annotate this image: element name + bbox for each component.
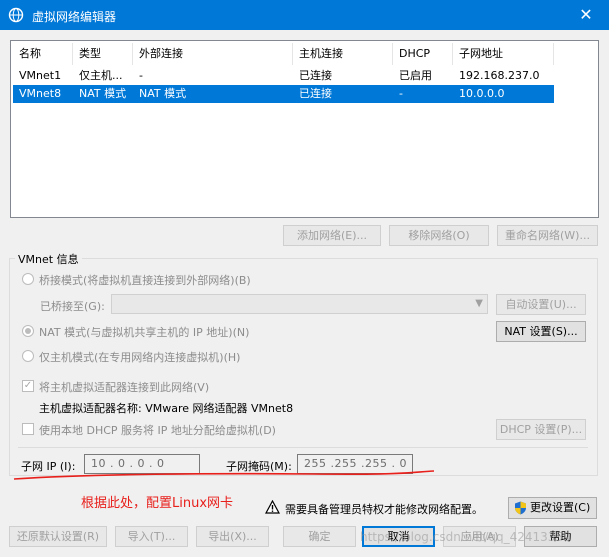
column-header-host[interactable]: 主机连接 xyxy=(293,43,393,65)
vmnet-info-label: VMnet 信息 xyxy=(15,251,82,267)
change-settings-label: 更改设置(C) xyxy=(530,501,591,514)
cell-name: VMnet1 xyxy=(19,69,62,82)
cell-subnet: 192.168.237.0 xyxy=(459,69,540,82)
network-list[interactable]: 名称 类型 外部连接 主机连接 DHCP 子网地址 VMnet1 仅主机... … xyxy=(10,40,599,218)
watermark-text: https://blog.csdn.net/qq_42413359 xyxy=(360,530,571,544)
bridged-to-label: 已桥接至(G): xyxy=(40,300,105,313)
change-settings-button[interactable]: 更改设置(C) xyxy=(508,497,597,519)
export-button[interactable]: 导出(X)... xyxy=(196,526,269,547)
bridge-mode-radio[interactable] xyxy=(22,273,34,285)
uac-shield-icon xyxy=(515,501,526,515)
cell-external: NAT 模式 xyxy=(139,87,187,100)
table-row-selected[interactable]: VMnet8 NAT 模式 NAT 模式 已连接 - 10.0.0.0 xyxy=(13,85,554,103)
ok-button[interactable]: 确定 xyxy=(283,526,356,547)
nat-settings-button[interactable]: NAT 设置(S)... xyxy=(496,321,586,342)
column-header-external[interactable]: 外部连接 xyxy=(133,43,293,65)
divider xyxy=(18,447,588,448)
warning-icon xyxy=(265,500,280,514)
connect-adapter-checkbox[interactable]: ✓ xyxy=(22,380,34,392)
use-dhcp-checkbox[interactable] xyxy=(22,423,34,435)
window-title: 虚拟网络编辑器 xyxy=(32,10,117,24)
connect-adapter-label: 将主机虚拟适配器连接到此网络(V) xyxy=(39,381,210,394)
restore-defaults-button[interactable]: 还原默认设置(R) xyxy=(9,526,107,547)
cell-dhcp: - xyxy=(399,87,403,100)
adapter-name-text: 主机虚拟适配器名称: VMware 网络适配器 VMnet8 xyxy=(39,402,294,415)
use-dhcp-label: 使用本地 DHCP 服务将 IP 地址分配给虚拟机(D) xyxy=(39,424,276,437)
rename-network-button[interactable]: 重命名网络(W)... xyxy=(497,225,598,246)
cell-type: NAT 模式 xyxy=(79,87,127,100)
cell-external: - xyxy=(139,69,143,82)
network-globe-icon xyxy=(8,7,24,23)
cell-name: VMnet8 xyxy=(19,87,62,100)
nat-mode-label: NAT 模式(与虚拟机共享主机的 IP 地址)(N) xyxy=(39,326,250,339)
cell-type: 仅主机... xyxy=(79,69,123,82)
title-bar: 虚拟网络编辑器 ✕ xyxy=(0,0,609,30)
table-row[interactable]: VMnet1 仅主机... - 已连接 已启用 192.168.237.0 xyxy=(13,67,554,85)
column-header-subnet[interactable]: 子网地址 xyxy=(453,43,554,65)
dhcp-settings-button[interactable]: DHCP 设置(P)... xyxy=(496,419,586,440)
column-header-name[interactable]: 名称 xyxy=(13,43,73,65)
nat-mode-radio[interactable] xyxy=(22,325,34,337)
cell-dhcp: 已启用 xyxy=(399,69,432,82)
bridged-to-select[interactable]: ▼ xyxy=(111,294,488,314)
chevron-down-icon: ▼ xyxy=(475,298,483,309)
column-header-dhcp[interactable]: DHCP xyxy=(393,43,453,65)
column-header-type[interactable]: 类型 xyxy=(73,43,133,65)
admin-notice-text: 需要具备管理员特权才能修改网络配置。 xyxy=(285,503,483,516)
cell-host: 已连接 xyxy=(299,87,332,100)
annotation-text: 根据此处，配置Linux网卡 xyxy=(81,496,234,511)
auto-settings-button[interactable]: 自动设置(U)... xyxy=(496,294,586,315)
remove-network-button[interactable]: 移除网络(O) xyxy=(389,225,489,246)
host-only-mode-radio[interactable] xyxy=(22,350,34,362)
annotation-underline xyxy=(13,470,435,480)
cell-host: 已连接 xyxy=(299,69,332,82)
cell-subnet: 10.0.0.0 xyxy=(459,87,505,100)
vmnet-info-group xyxy=(9,258,598,476)
add-network-button[interactable]: 添加网络(E)... xyxy=(283,225,381,246)
host-only-mode-label: 仅主机模式(在专用网络内连接虚拟机)(H) xyxy=(39,351,241,364)
import-button[interactable]: 导入(T)... xyxy=(115,526,188,547)
close-button[interactable]: ✕ xyxy=(563,0,609,30)
bridge-mode-label: 桥接模式(将虚拟机直接连接到外部网络)(B) xyxy=(39,274,251,287)
